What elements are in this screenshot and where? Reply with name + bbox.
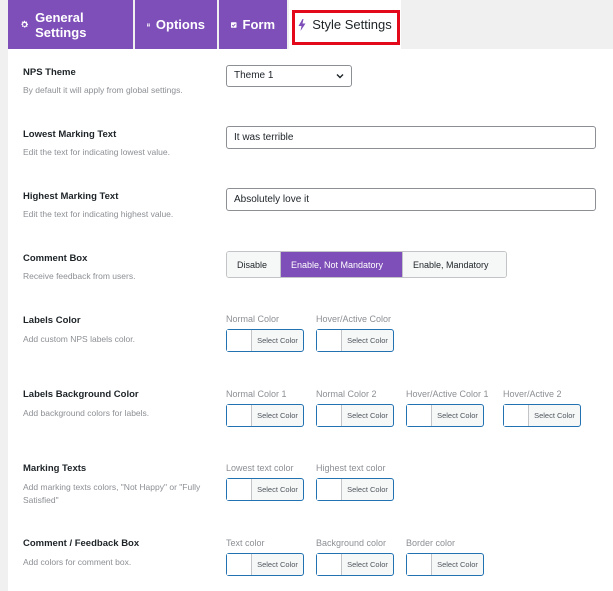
picker-label: Hover/Active 2 — [503, 389, 562, 399]
option-enable-mandatory[interactable]: Enable, Mandatory — [403, 252, 506, 277]
comment-feedback-desc: Add colors for comment box. — [23, 557, 132, 567]
comment-box-label: Comment Box — [23, 253, 88, 264]
tab-label: Options — [155, 17, 205, 32]
labels-color-label: Labels Color — [23, 315, 81, 326]
select-color-button[interactable]: Select Color — [316, 478, 394, 501]
gear-icon — [21, 20, 29, 28]
picker-label: Normal Color — [226, 314, 280, 324]
select-color-button[interactable]: Select Color — [503, 404, 581, 427]
select-color-button[interactable]: Select Color — [316, 553, 394, 576]
lowest-marking-input[interactable]: It was terrible — [226, 126, 596, 149]
select-color-button[interactable]: Select Color — [226, 329, 304, 352]
select-color-button[interactable]: Select Color — [316, 404, 394, 427]
picker-label: Normal Color 2 — [316, 389, 377, 399]
picker-text-color: Text color Select Color — [226, 538, 304, 576]
select-color-button[interactable]: Select Color — [226, 553, 304, 576]
tab-form[interactable]: Form — [219, 0, 287, 49]
comment-box-toggle: Disable Enable, Not Mandatory Enable, Ma… — [226, 251, 507, 278]
picker-background-color: Background color Select Color — [316, 538, 394, 576]
picker-normal-color-1: Normal Color 1 Select Color — [226, 389, 304, 427]
picker-border-color: Border color Select Color — [406, 538, 484, 576]
chevron-down-icon — [336, 74, 344, 79]
picker-label: Text color — [226, 538, 265, 548]
tab-options[interactable]: Options — [135, 0, 217, 49]
option-disable[interactable]: Disable — [227, 252, 281, 277]
picker-highest-text-color: Highest text color Select Color — [316, 463, 394, 501]
nps-theme-desc: By default it will apply from global set… — [23, 85, 183, 95]
comment-feedback-label: Comment / Feedback Box — [23, 538, 140, 549]
checkbox-icon — [231, 21, 237, 28]
select-color-button[interactable]: Select Color — [226, 404, 304, 427]
picker-label: Background color — [316, 538, 387, 548]
select-color-button[interactable]: Select Color — [316, 329, 394, 352]
labels-bg-desc: Add background colors for labels. — [23, 408, 150, 418]
picker-lowest-text-color: Lowest text color Select Color — [226, 463, 304, 501]
option-enable-not-mandatory[interactable]: Enable, Not Mandatory — [281, 252, 403, 277]
picker-label: Border color — [406, 538, 456, 548]
grid-icon — [147, 23, 150, 26]
highlight-box — [292, 10, 400, 45]
tab-general-settings[interactable]: General Settings — [8, 0, 133, 49]
picker-normal-color: Normal Color Select Color — [226, 314, 304, 352]
lowest-marking-desc: Edit the text for indicating lowest valu… — [23, 147, 170, 157]
tab-label: General Settings — [35, 9, 87, 40]
tab-bar: General Settings Options Form Style Sett… — [8, 0, 613, 49]
marking-texts-desc: Add marking texts colors, "Not Happy" or… — [23, 482, 201, 505]
picker-hover-active-color-1: Hover/Active Color 1 Select Color — [406, 389, 489, 427]
labels-bg-label: Labels Background Color — [23, 389, 139, 400]
picker-label: Hover/Active Color — [316, 314, 392, 324]
picker-hover-active-color: Hover/Active Color Select Color — [316, 314, 394, 352]
tab-label: Form — [242, 17, 276, 32]
picker-label: Normal Color 1 — [226, 389, 287, 399]
labels-color-desc: Add custom NPS labels color. — [23, 334, 135, 344]
select-color-button[interactable]: Select Color — [406, 553, 484, 576]
picker-label: Hover/Active Color 1 — [406, 389, 489, 399]
picker-label: Highest text color — [316, 463, 386, 473]
highest-marking-desc: Edit the text for indicating highest val… — [23, 209, 174, 219]
nps-theme-value: Theme 1 — [234, 70, 274, 81]
picker-label: Lowest text color — [226, 463, 294, 473]
lowest-marking-label: Lowest Marking Text — [23, 129, 117, 140]
marking-texts-label: Marking Texts — [23, 463, 87, 474]
comment-box-desc: Receive feedback from users. — [23, 271, 136, 281]
highest-marking-input[interactable]: Absolutely love it — [226, 188, 596, 211]
tab-style-settings[interactable]: Style Settings — [289, 0, 401, 49]
nps-theme-select[interactable]: Theme 1 — [226, 65, 352, 87]
nps-theme-label: NPS Theme — [23, 67, 76, 78]
highest-marking-label: Highest Marking Text — [23, 191, 119, 202]
picker-normal-color-2: Normal Color 2 Select Color — [316, 389, 394, 427]
select-color-button[interactable]: Select Color — [406, 404, 484, 427]
picker-hover-active-2: Hover/Active 2 Select Color — [503, 389, 581, 427]
settings-panel: NPS Theme By default it will apply from … — [8, 49, 613, 591]
select-color-button[interactable]: Select Color — [226, 478, 304, 501]
